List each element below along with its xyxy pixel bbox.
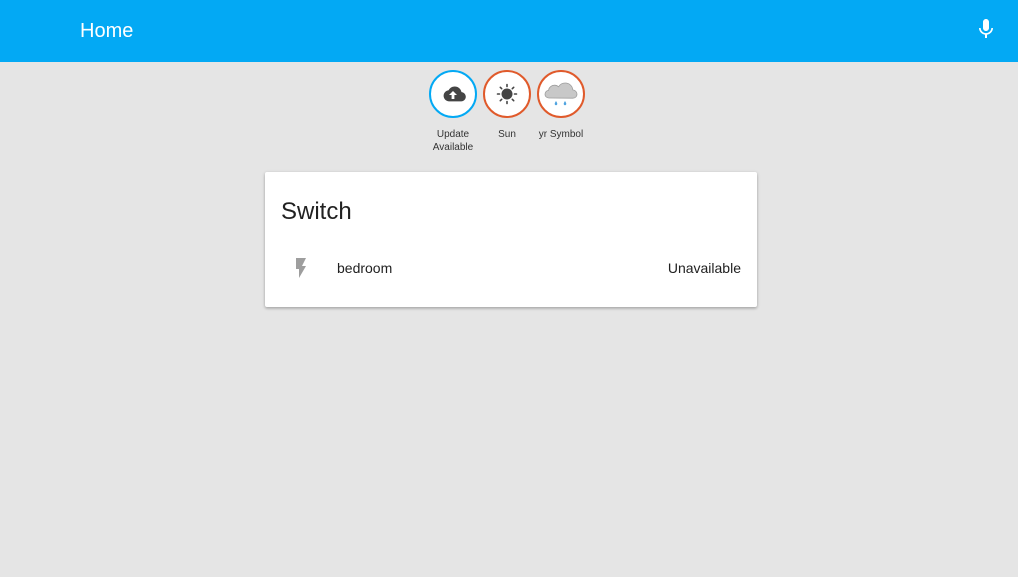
badge-yr-symbol[interactable]: yr Symbol [531,70,591,141]
rain-cloud-icon [544,82,578,106]
microphone-icon[interactable] [974,17,998,41]
badge-ring [483,70,531,118]
flash-icon [289,256,313,280]
entity-row-bedroom[interactable]: bedroom Unavailable [281,254,741,282]
badge-sun[interactable]: Sun [477,70,537,141]
switch-card: Switch bedroom Unavailable [265,172,757,307]
badge-label: Update Available [432,129,474,153]
entity-state: Unavailable [667,260,741,276]
entity-name: bedroom [337,260,393,276]
badge-update-available[interactable]: Update Available [423,70,483,154]
badge-ring [537,70,585,118]
card-title: Switch [281,198,352,225]
badge-ring [429,70,477,118]
badge-label: Sun [498,129,516,140]
cloud-upload-icon [443,86,466,102]
sun-icon [496,83,518,105]
app-toolbar: Home [0,0,1018,62]
badges-bar: Update Available Sun yr Symbol [0,70,1018,160]
page-title: Home [80,20,134,42]
badge-label: yr Symbol [538,129,584,140]
